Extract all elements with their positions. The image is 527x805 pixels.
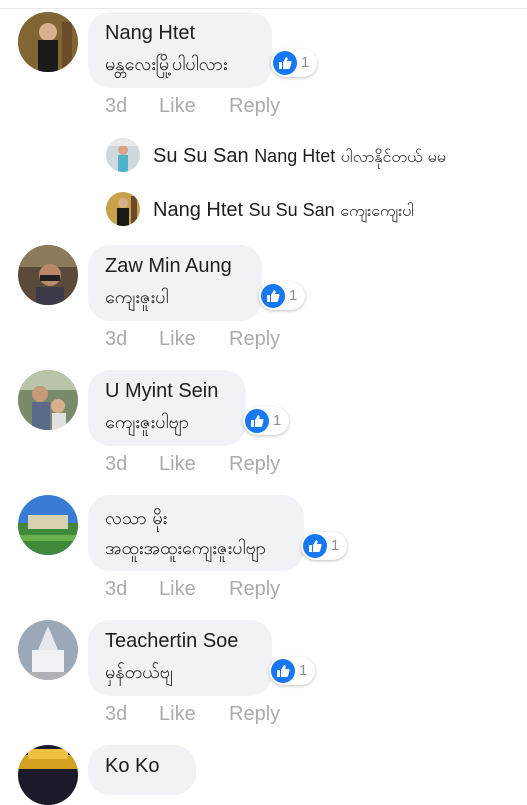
like-link[interactable]: Like: [159, 453, 196, 476]
comment-text: မှန်တယ်ဗျ: [105, 662, 173, 683]
comment-text: မန္တလေးမြို့ပါပါလား: [105, 54, 228, 75]
reaction-count[interactable]: 1: [301, 532, 347, 560]
comment-author[interactable]: လသာ မိုး: [105, 506, 167, 533]
reply-text: ကျေးကျေးပါ: [340, 201, 415, 220]
avatar[interactable]: [18, 12, 78, 72]
like-icon: [303, 534, 327, 558]
like-icon: [271, 659, 295, 683]
comment-author[interactable]: U Myint Sein: [105, 380, 218, 403]
top-divider: [0, 8, 527, 9]
like-link[interactable]: Like: [159, 578, 196, 601]
reply-text: ပါလာနိုင်တယ် မမ: [340, 147, 446, 166]
comment-author[interactable]: Teachertin Soe: [105, 630, 238, 653]
reaction-count[interactable]: 1: [271, 49, 317, 77]
comment-text: အထူးအထူးကျေးဇူးပါဗျာ: [105, 538, 266, 559]
comment-time[interactable]: 3d: [105, 703, 127, 726]
comment-text: ကျေးဇူးပါ: [105, 287, 169, 308]
avatar[interactable]: [106, 138, 140, 172]
reply-link[interactable]: Reply: [229, 703, 280, 726]
reply-link[interactable]: Reply: [229, 328, 280, 351]
like-link[interactable]: Like: [159, 95, 196, 118]
like-count: 1: [299, 662, 308, 679]
comment-text: ကျေးဇူးပါဗျာ: [105, 412, 189, 433]
like-count: 1: [331, 537, 340, 554]
like-link[interactable]: Like: [159, 703, 196, 726]
reply-link[interactable]: Reply: [229, 453, 280, 476]
like-icon: [261, 284, 285, 308]
avatar[interactable]: [18, 245, 78, 305]
reaction-count[interactable]: 1: [259, 282, 305, 310]
like-count: 1: [273, 412, 282, 429]
reply-author[interactable]: Nang Htet: [153, 199, 243, 221]
comment-author[interactable]: Zaw Min Aung: [105, 255, 232, 278]
like-link[interactable]: Like: [159, 328, 196, 351]
comment-author[interactable]: Nang Htet: [105, 22, 195, 45]
avatar[interactable]: [18, 745, 78, 805]
reply-link[interactable]: Reply: [229, 578, 280, 601]
comment-time[interactable]: 3d: [105, 95, 127, 118]
reply-line: Nang Htet Su Su San ကျေးကျေးပါ: [153, 199, 414, 224]
reply-tag[interactable]: Su Su San: [249, 200, 335, 220]
reply-link[interactable]: Reply: [229, 95, 280, 118]
like-count: 1: [301, 54, 310, 71]
comment-time[interactable]: 3d: [105, 578, 127, 601]
avatar[interactable]: [18, 370, 78, 430]
like-icon: [245, 409, 269, 433]
reply-tag[interactable]: Nang Htet: [254, 146, 335, 166]
avatar[interactable]: [18, 495, 78, 555]
avatar[interactable]: [106, 192, 140, 226]
reply-line: Su Su San Nang Htet ပါလာနိုင်တယ် မမ: [153, 145, 446, 170]
comment-author[interactable]: Ko Ko: [105, 755, 159, 778]
reaction-count[interactable]: 1: [243, 407, 289, 435]
like-count: 1: [289, 287, 298, 304]
comment-time[interactable]: 3d: [105, 328, 127, 351]
avatar[interactable]: [18, 620, 78, 680]
reply-author[interactable]: Su Su San: [153, 145, 249, 167]
reaction-count[interactable]: 1: [269, 657, 315, 685]
like-icon: [273, 51, 297, 75]
comment-time[interactable]: 3d: [105, 453, 127, 476]
